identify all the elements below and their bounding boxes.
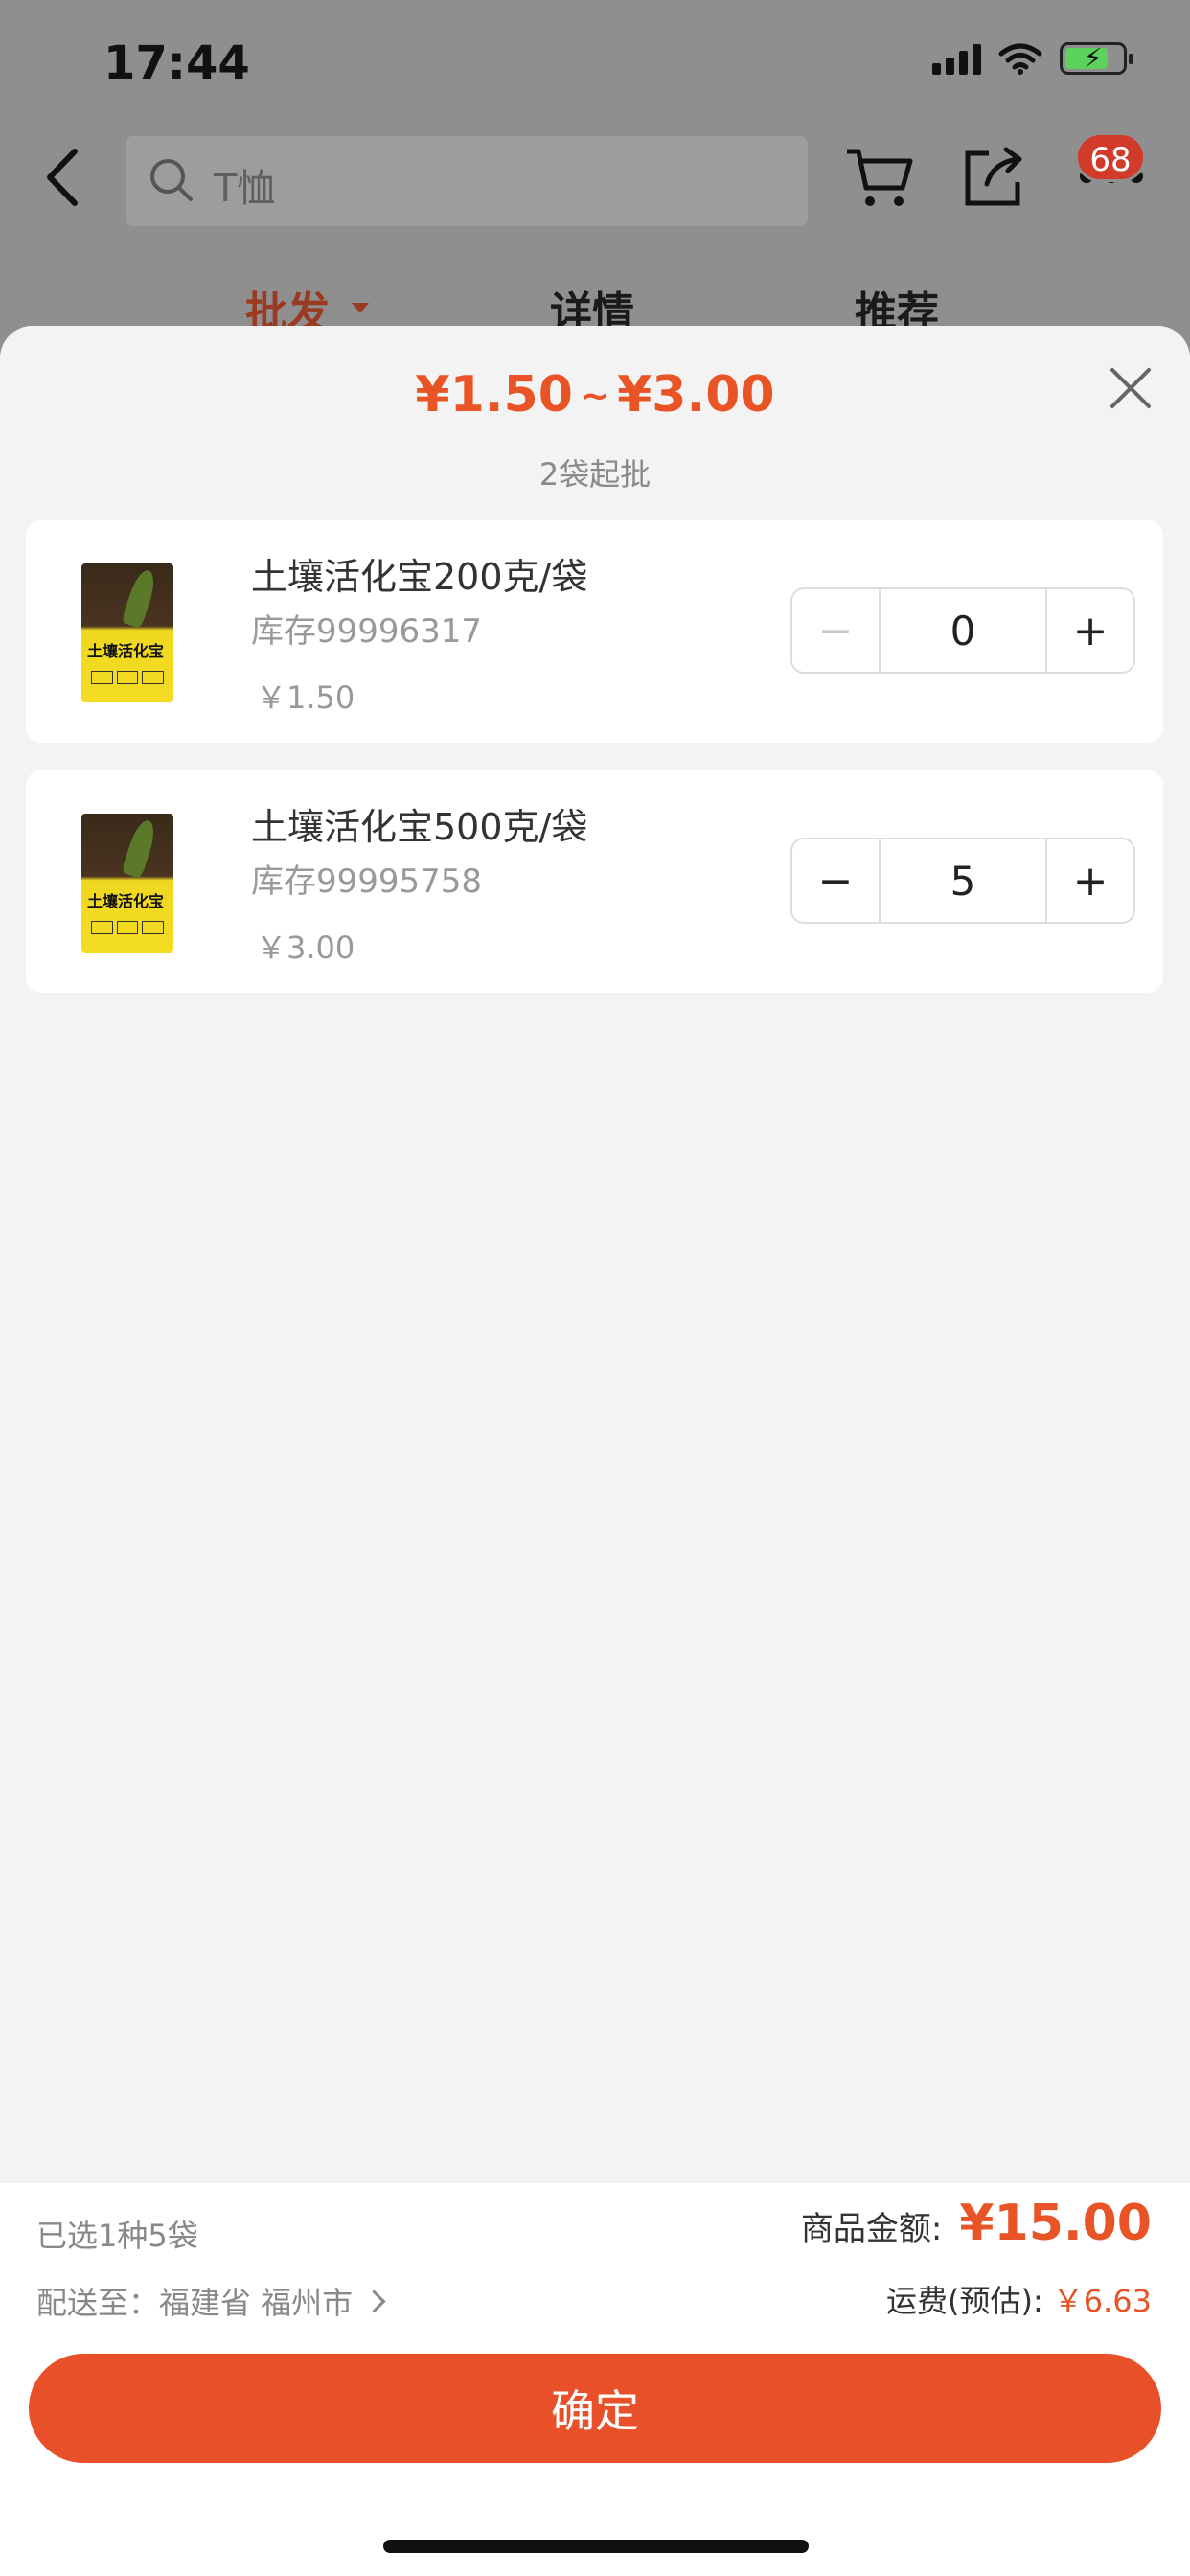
price-min: ¥1.50 — [415, 366, 573, 424]
ship-to-label: 配送至：福建省 福州市 — [36, 2285, 354, 2321]
plus-button[interactable]: + — [1047, 840, 1133, 922]
search-input[interactable]: T恤 — [126, 136, 808, 226]
cart-badge: 68 — [1075, 132, 1146, 182]
sku-stock: 库存99996317 — [251, 612, 483, 651]
goods-amount: 商品金额: ¥15.00 — [801, 2195, 1152, 2252]
sku-card: 土壤活化宝 土壤活化宝200克/袋 库存99996317 ￥1.50 − 0 + — [26, 520, 1163, 743]
plus-icon: + — [1072, 856, 1109, 906]
background-page: 17:44 ⚡ T恤 68 批发 详情 推荐 — [0, 0, 1190, 345]
amount-label: 商品金额: — [800, 2210, 943, 2248]
sku-stock: 库存99995758 — [251, 862, 483, 901]
thumbnail-label: 土壤活化宝 — [87, 892, 165, 910]
minus-button[interactable]: − — [792, 840, 879, 922]
thumbnail-label: 土壤活化宝 — [87, 642, 165, 660]
product-thumbnail: 土壤活化宝 — [81, 814, 173, 953]
minimum-order: 2袋起批 — [538, 456, 652, 493]
battery-icon: ⚡ — [1060, 42, 1133, 75]
freight-label: 运费(预估): — [885, 2283, 1043, 2319]
price-max: ¥3.00 — [617, 366, 775, 424]
plus-button[interactable]: + — [1047, 589, 1133, 672]
sheet-header: ¥1.50 ~ ¥3.00 2袋起批 — [0, 326, 1190, 518]
quantity-stepper: − 0 + — [790, 587, 1135, 674]
quantity-stepper: − 5 + — [790, 838, 1135, 924]
sku-price: ￥3.00 — [256, 930, 355, 966]
minus-button[interactable]: − — [792, 589, 879, 672]
home-indicator — [383, 2540, 809, 2553]
status-icons: ⚡ — [932, 42, 1133, 75]
minus-icon: − — [817, 606, 854, 656]
confirm-button[interactable]: 确定 — [29, 2354, 1161, 2463]
search-placeholder: T恤 — [214, 167, 276, 211]
price-separator: ~ — [580, 377, 610, 416]
close-icon[interactable] — [1107, 364, 1155, 412]
price-range: ¥1.50 ~ ¥3.00 — [0, 366, 1190, 424]
quantity-input[interactable]: 5 — [879, 840, 1047, 922]
chevron-right-icon — [362, 2289, 386, 2313]
ship-to-selector[interactable]: 配送至：福建省 福州市 — [36, 2279, 386, 2323]
plus-icon: + — [1072, 606, 1109, 656]
wifi-icon — [998, 43, 1042, 75]
order-footer: 已选1种5袋 配送至：福建省 福州市 商品金额: ¥15.00 运费(预估): ￥… — [0, 2183, 1190, 2576]
minus-icon: − — [817, 856, 854, 906]
freight-estimate: 运费(预估): ￥6.63 — [886, 2277, 1152, 2321]
selected-summary: 已选1种5袋 — [36, 2218, 198, 2254]
sku-name: 土壤活化宝500克/袋 — [251, 806, 588, 848]
search-icon — [150, 159, 193, 201]
sku-name: 土壤活化宝200克/袋 — [251, 556, 588, 598]
share-icon[interactable] — [960, 144, 1027, 211]
amount-value: ¥15.00 — [959, 2195, 1152, 2252]
status-time: 17:44 — [103, 36, 250, 90]
sku-card: 土壤活化宝 土壤活化宝500克/袋 库存99995758 ￥3.00 − 5 + — [26, 770, 1163, 993]
cart-icon[interactable] — [843, 144, 916, 211]
dropdown-caret-icon — [352, 303, 369, 313]
back-icon[interactable] — [38, 144, 86, 211]
sku-price: ￥1.50 — [256, 679, 355, 716]
quantity-input[interactable]: 0 — [879, 589, 1047, 672]
product-thumbnail: 土壤活化宝 — [81, 564, 173, 702]
signal-icon — [932, 42, 981, 75]
freight-value: ￥6.63 — [1052, 2283, 1152, 2319]
